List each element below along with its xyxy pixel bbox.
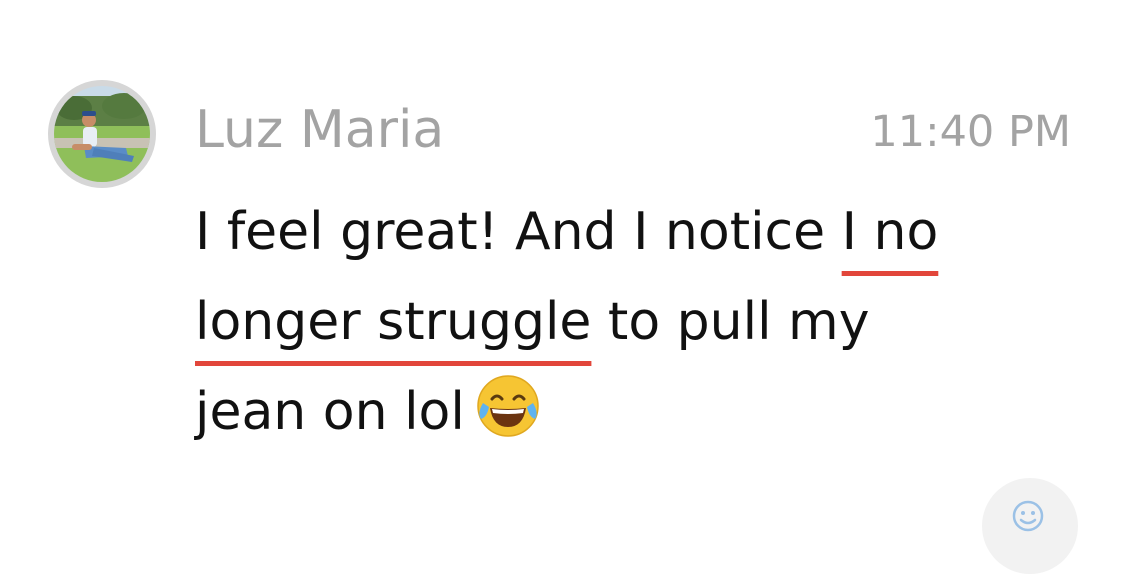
- avatar[interactable]: [48, 80, 156, 188]
- line-text: I feel great! And I notice: [195, 202, 842, 262]
- message-timestamp: 11:40 PM: [870, 107, 1071, 157]
- avatar-photo: [54, 86, 150, 182]
- line-text: jean on lol: [195, 382, 465, 442]
- underlined-text: longer struggle: [195, 292, 592, 352]
- message-body: I feel great! And I notice I no longer s…: [195, 190, 1075, 460]
- chat-message: Luz Maria 11:40 PM I feel great! And I n…: [0, 0, 1125, 574]
- message-line: jean on lol: [195, 370, 1075, 460]
- underlined-text: I no: [841, 202, 939, 262]
- message-line: longer struggle to pull my: [195, 280, 1075, 370]
- add-reaction-icon: [1012, 500, 1044, 532]
- message-line: I feel great! And I notice I no: [195, 190, 1075, 280]
- add-reaction-button[interactable]: [982, 478, 1078, 574]
- line-text: to pull my: [591, 292, 870, 352]
- face-with-tears-of-joy-icon: [475, 373, 541, 439]
- sender-name: Luz Maria: [195, 100, 445, 160]
